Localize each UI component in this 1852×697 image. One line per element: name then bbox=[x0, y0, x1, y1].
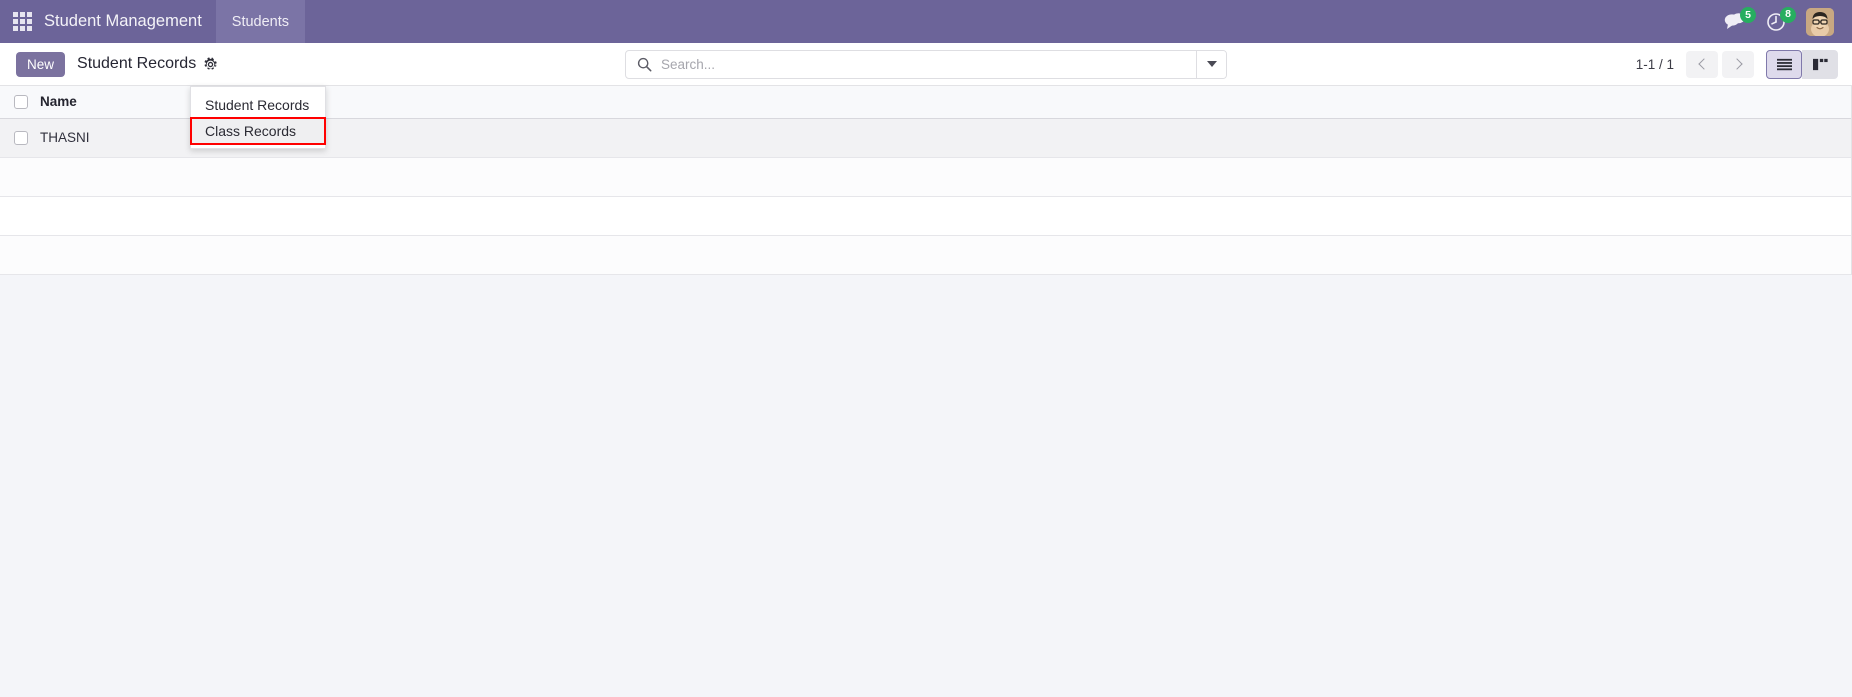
pager-previous-button[interactable] bbox=[1686, 50, 1718, 78]
search-area bbox=[625, 49, 1227, 79]
empty-cell-name bbox=[40, 235, 1851, 275]
view-switch-kanban-button[interactable] bbox=[1802, 49, 1838, 79]
new-button[interactable]: New bbox=[16, 51, 66, 77]
pager-range: 1-1 / 1 bbox=[1635, 56, 1674, 72]
pager-next-button[interactable] bbox=[1722, 50, 1754, 78]
page-body: Name THASNI bbox=[0, 86, 1852, 697]
search-input[interactable] bbox=[661, 50, 1196, 78]
empty-cell-name bbox=[40, 196, 1851, 236]
gear-icon[interactable] bbox=[203, 56, 218, 72]
row-checkbox[interactable] bbox=[14, 130, 28, 145]
app-brand-title[interactable]: Student Management bbox=[44, 0, 216, 43]
dropdown-item-student-records[interactable]: Student Records bbox=[191, 92, 325, 118]
empty-row bbox=[0, 157, 1851, 197]
row-select-cell bbox=[0, 118, 40, 158]
activities-badge: 8 bbox=[1780, 6, 1796, 23]
select-all-checkbox[interactable] bbox=[14, 94, 28, 109]
view-switcher bbox=[1766, 49, 1838, 79]
nav-menu-students[interactable]: Students bbox=[215, 0, 306, 43]
messages-badge: 5 bbox=[1740, 7, 1756, 23]
apps-menu-button[interactable] bbox=[0, 0, 44, 43]
breadcrumb: Student Records bbox=[77, 55, 218, 73]
empty-cell-check bbox=[0, 196, 40, 236]
empty-cell-name bbox=[40, 157, 1851, 197]
kanban-view-icon bbox=[1812, 58, 1828, 70]
search-box[interactable] bbox=[625, 49, 1227, 79]
list-view-icon bbox=[1776, 58, 1792, 70]
user-avatar-icon bbox=[1806, 7, 1834, 36]
search-dropdown-toggle[interactable] bbox=[1196, 50, 1226, 78]
dropdown-item-class-records-label: Class Records bbox=[205, 123, 297, 139]
navbar-spacer bbox=[305, 0, 1724, 43]
dropdown-item-class-records[interactable]: Class Records bbox=[190, 117, 326, 145]
avatar[interactable] bbox=[1806, 7, 1834, 36]
navbar-right-actions: 5 8 bbox=[1724, 0, 1852, 43]
control-panel: New Student Records 1-1 / 1 bbox=[0, 43, 1852, 149]
nav-menu-students-label: Students bbox=[231, 13, 290, 30]
empty-row bbox=[0, 196, 1851, 236]
pager-buttons bbox=[1686, 50, 1754, 78]
chevron-right-icon bbox=[1730, 58, 1743, 70]
top-navbar: Student Management Students 5 8 bbox=[0, 0, 1852, 43]
breadcrumb-current: Student Records bbox=[77, 55, 197, 72]
control-panel-right: 1-1 / 1 bbox=[1635, 49, 1838, 79]
chevron-down-icon bbox=[1206, 61, 1217, 67]
app-brand-label: Student Management bbox=[44, 12, 202, 30]
dropdown-item-student-records-label: Student Records bbox=[205, 97, 310, 113]
empty-cell-check bbox=[0, 235, 40, 275]
apps-grid-icon bbox=[12, 12, 32, 31]
students-dropdown-menu: Student Records Class Records bbox=[190, 86, 326, 149]
chevron-left-icon bbox=[1697, 58, 1710, 70]
messages-button[interactable]: 5 bbox=[1724, 7, 1756, 31]
view-switch-list-button[interactable] bbox=[1766, 49, 1802, 79]
search-icon bbox=[637, 57, 652, 71]
empty-row bbox=[0, 235, 1851, 275]
activities-button[interactable]: 8 bbox=[1766, 6, 1796, 32]
select-all-header bbox=[0, 86, 40, 119]
empty-cell-check bbox=[0, 157, 40, 197]
